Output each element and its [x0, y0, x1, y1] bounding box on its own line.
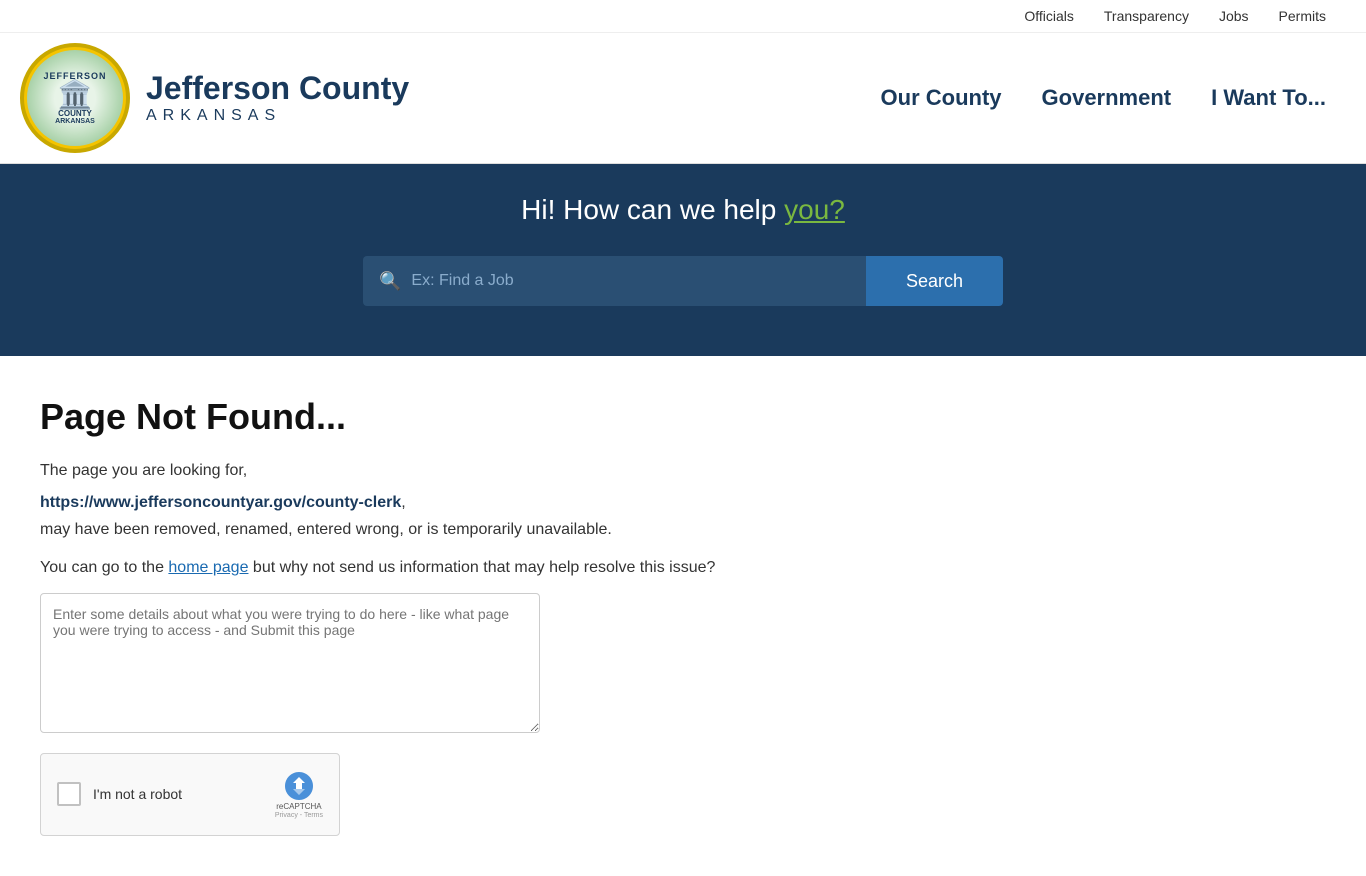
top-bar: Officials Transparency Jobs Permits — [0, 0, 1366, 33]
hero-heading-highlight: you? — [784, 194, 845, 225]
recaptcha-icon — [283, 770, 315, 802]
permits-link[interactable]: Permits — [1279, 8, 1326, 24]
county-name-text: Jefferson County — [146, 71, 409, 106]
officials-link[interactable]: Officials — [1024, 8, 1074, 24]
nav-our-county[interactable]: Our County — [881, 85, 1002, 111]
recaptcha-brand: reCAPTCHA — [276, 802, 321, 812]
recaptcha-label: I'm not a robot — [93, 786, 182, 802]
hero-heading: Hi! How can we help you? — [40, 194, 1326, 226]
courthouse-icon: 🏛️ — [58, 81, 93, 109]
hero-heading-prefix: Hi! How can we help — [521, 194, 784, 225]
county-seal: JEFFERSON 🏛️ COUNTY ARKANSAS — [20, 43, 130, 153]
not-found-desc-line2: may have been removed, renamed, entered … — [40, 521, 860, 539]
search-button[interactable]: Search — [866, 256, 1003, 306]
search-input-wrap: 🔍 — [363, 256, 866, 306]
search-input[interactable] — [411, 256, 850, 306]
site-header: JEFFERSON 🏛️ COUNTY ARKANSAS Jefferson C… — [0, 33, 1366, 164]
recaptcha-sub: Privacy - Terms — [275, 812, 323, 819]
search-icon: 🔍 — [379, 271, 401, 292]
home-page-link[interactable]: home page — [168, 559, 248, 576]
feedback-textarea[interactable] — [40, 593, 540, 733]
not-found-url-line: https://www.jeffersoncountyar.gov/county… — [40, 490, 860, 516]
help-line: You can go to the home page but why not … — [40, 559, 860, 577]
hero-banner: Hi! How can we help you? 🔍 Search — [0, 164, 1366, 356]
jobs-link[interactable]: Jobs — [1219, 8, 1249, 24]
logo-area: JEFFERSON 🏛️ COUNTY ARKANSAS Jefferson C… — [20, 43, 409, 153]
not-found-desc-line1: The page you are looking for, — [40, 458, 860, 484]
main-nav: Our County Government I Want To... — [881, 85, 1326, 111]
recaptcha-checkbox[interactable] — [57, 782, 81, 806]
missing-url-link[interactable]: https://www.jeffersoncountyar.gov/county… — [40, 494, 401, 511]
page-title: Page Not Found... — [40, 396, 860, 438]
recaptcha-widget: I'm not a robot reCAPTCHA Privacy - Term… — [40, 753, 340, 836]
transparency-link[interactable]: Transparency — [1104, 8, 1189, 24]
logo-text: Jefferson County ARKANSAS — [146, 71, 409, 124]
search-bar: 🔍 Search — [363, 256, 1003, 306]
recaptcha-left: I'm not a robot — [57, 782, 182, 806]
main-content: Page Not Found... The page you are looki… — [0, 356, 900, 876]
nav-government[interactable]: Government — [1042, 85, 1172, 111]
state-name-text: ARKANSAS — [146, 107, 409, 125]
nav-i-want-to[interactable]: I Want To... — [1211, 85, 1326, 111]
recaptcha-logo: reCAPTCHA Privacy - Terms — [275, 770, 323, 819]
